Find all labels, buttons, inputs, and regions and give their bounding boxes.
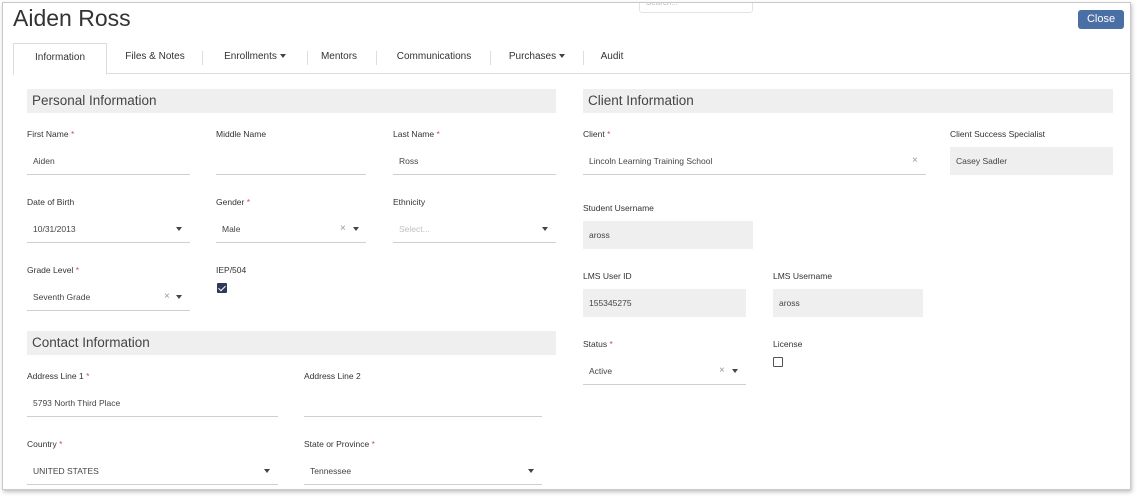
clear-icon[interactable]: × bbox=[340, 215, 346, 243]
chevron-down-icon bbox=[542, 227, 548, 231]
chevron-down-icon bbox=[279, 54, 286, 59]
client-information-heading: Client Information bbox=[583, 89, 1113, 113]
tab-label: Communications bbox=[396, 51, 472, 62]
chevron-down-icon bbox=[264, 469, 270, 473]
contact-information-heading: Contact Information bbox=[27, 331, 556, 355]
tab-files-notes[interactable]: Files & Notes bbox=[111, 43, 199, 73]
chevron-down-icon bbox=[732, 369, 738, 373]
chevron-down-icon bbox=[559, 54, 566, 59]
tab-divider bbox=[202, 51, 203, 65]
clear-icon[interactable]: × bbox=[164, 283, 170, 311]
iep-504-label: IEP/504 bbox=[216, 265, 247, 275]
tab-divider bbox=[583, 51, 584, 65]
grade-level-label: Grade Level * bbox=[27, 265, 79, 275]
client-success-specialist-label: Client Success Specialist bbox=[950, 129, 1045, 139]
client-select[interactable]: Lincoln Learning Training School × bbox=[583, 147, 926, 175]
ethnicity-label: Ethnicity bbox=[393, 197, 426, 207]
lms-username-label: LMS Username bbox=[773, 271, 833, 281]
lms-user-id-field: 155345275 bbox=[583, 289, 746, 317]
tab-information[interactable]: Information bbox=[13, 43, 107, 75]
tab-mentors[interactable]: Mentors bbox=[310, 43, 368, 73]
page-title: Aiden Ross bbox=[13, 5, 131, 31]
chevron-down-icon bbox=[353, 227, 359, 231]
last-name-label: Last Name * bbox=[393, 129, 440, 139]
address-line-2-label: Address Line 2 bbox=[304, 371, 361, 381]
client-success-specialist-field: Casey Sadler bbox=[950, 147, 1113, 175]
first-name-field[interactable]: Aiden bbox=[27, 147, 190, 175]
tab-communications[interactable]: Communications bbox=[380, 43, 488, 73]
tab-label: Audit bbox=[600, 51, 624, 62]
last-name-field[interactable]: Ross bbox=[393, 147, 556, 175]
country-label: Country * bbox=[27, 439, 63, 449]
gender-label: Gender * bbox=[216, 197, 251, 207]
tab-bar: Information Files & Notes Enrollments Me… bbox=[13, 43, 1130, 75]
tab-purchases[interactable]: Purchases bbox=[493, 43, 581, 73]
tab-audit[interactable]: Audit bbox=[587, 43, 637, 73]
license-label: License bbox=[773, 339, 803, 349]
clear-icon[interactable]: × bbox=[912, 147, 918, 175]
chevron-down-icon bbox=[176, 227, 182, 231]
gender-select[interactable]: Male × bbox=[216, 215, 366, 243]
tab-divider bbox=[490, 51, 491, 65]
date-of-birth-label: Date of Birth bbox=[27, 197, 75, 207]
student-username-field: aross bbox=[583, 221, 753, 249]
tab-divider bbox=[376, 51, 377, 65]
tab-label: Mentors bbox=[320, 51, 358, 62]
license-checkbox[interactable] bbox=[773, 357, 783, 367]
date-of-birth-select[interactable]: 10/31/2013 bbox=[27, 215, 190, 243]
client-label: Client * bbox=[583, 129, 611, 139]
background-search-input: Search... bbox=[639, 3, 753, 13]
status-select[interactable]: Active × bbox=[583, 357, 746, 385]
state-province-select[interactable]: Tennessee bbox=[304, 457, 542, 485]
student-username-label: Student Username bbox=[583, 203, 654, 213]
iep-504-checkbox[interactable] bbox=[217, 283, 227, 293]
lms-username-field: aross bbox=[773, 289, 923, 317]
tab-label: Files & Notes bbox=[125, 51, 185, 62]
chevron-down-icon bbox=[176, 295, 182, 299]
grade-level-select[interactable]: Seventh Grade × bbox=[27, 283, 190, 311]
lms-user-id-label: LMS User ID bbox=[583, 271, 632, 281]
tab-label: Enrollments bbox=[224, 51, 277, 62]
tab-divider bbox=[307, 51, 308, 65]
address-line-1-label: Address Line 1 * bbox=[27, 371, 90, 381]
tab-label: Purchases bbox=[508, 51, 557, 62]
first-name-label: First Name * bbox=[27, 129, 75, 139]
close-button[interactable]: Close bbox=[1078, 10, 1124, 29]
country-select[interactable]: UNITED STATES bbox=[27, 457, 278, 485]
middle-name-field[interactable] bbox=[216, 147, 366, 175]
personal-information-heading: Personal Information bbox=[27, 89, 556, 113]
tab-label: Information bbox=[34, 52, 86, 63]
status-label: Status * bbox=[583, 339, 613, 349]
student-record-window: Aiden Ross Search... Close Information F… bbox=[2, 2, 1131, 490]
state-province-label: State or Province * bbox=[304, 439, 375, 449]
tab-enrollments[interactable]: Enrollments bbox=[205, 43, 305, 73]
ethnicity-select[interactable]: Select... bbox=[393, 215, 556, 243]
chevron-down-icon bbox=[528, 469, 534, 473]
middle-name-label: Middle Name bbox=[216, 129, 267, 139]
address-line-1-field[interactable]: 5793 North Third Place bbox=[27, 389, 278, 417]
address-line-2-field[interactable] bbox=[304, 389, 542, 417]
clear-icon[interactable]: × bbox=[719, 357, 725, 385]
